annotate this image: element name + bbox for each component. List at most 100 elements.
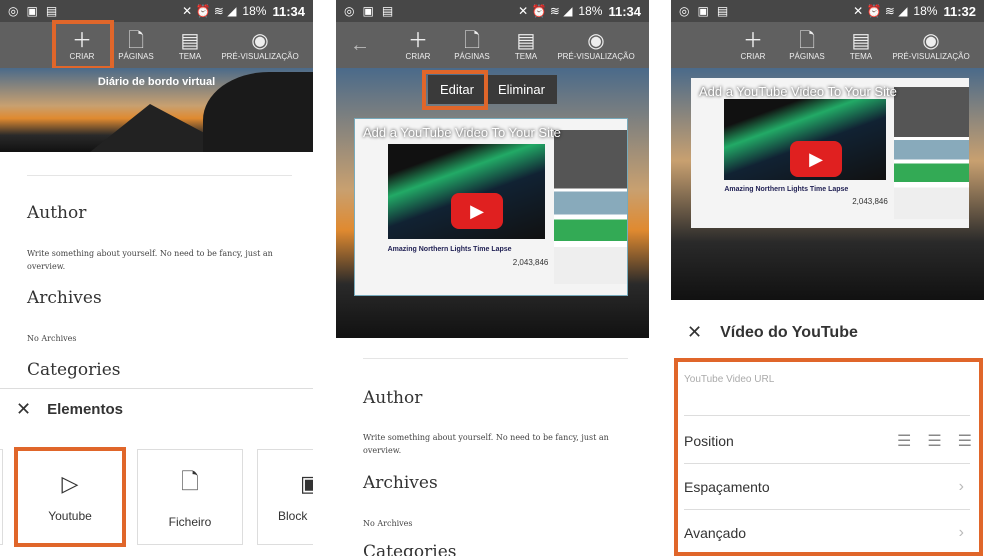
battery-level: 18%: [913, 4, 938, 18]
theme-button[interactable]: ▤ TEMA: [499, 22, 553, 68]
divider: [27, 175, 292, 176]
block-tile[interactable]: ▣ Block: [257, 449, 313, 545]
video-title: Add a YouTube Video To Your Site: [363, 125, 561, 140]
archives-text: No Archives: [363, 519, 413, 528]
position-label: Position: [684, 432, 734, 449]
divider: [363, 358, 628, 359]
align-right-icon[interactable]: ☰: [958, 431, 972, 451]
video-views: 2,043,846: [512, 258, 549, 268]
create-button[interactable]: ＋ CRIAR: [726, 22, 780, 68]
video-caption: Amazing Northern Lights Time Lapse: [724, 186, 849, 193]
label: TEMA: [178, 51, 202, 61]
play-icon[interactable]: ▶: [451, 192, 503, 229]
back-arrow-icon[interactable]: ←: [350, 34, 370, 57]
battery-level: 18%: [578, 4, 603, 18]
theme-button[interactable]: ▤ TEMA: [163, 22, 217, 68]
label: TEMA: [849, 51, 873, 61]
eye-icon: ◉: [251, 29, 269, 52]
spacing-row[interactable]: Espaçamento ›: [684, 464, 970, 510]
status-bar: ◎ ▣ ▤ ✕ ⏰ ≋ ◢ 18% 11:32: [671, 0, 984, 22]
pages-button[interactable]: 🗋 PÁGINAS: [445, 22, 499, 68]
preview-button[interactable]: ◉ PRÉ-VISUALIZAÇÃO: [217, 22, 303, 68]
close-icon[interactable]: ✕: [687, 322, 702, 343]
phone-screen-1: ◎ ▣ ▤ ✕ ⏰ ≋ ◢ 18% 11:34 ＋ CRIAR 🗋 PÁGINAS ▤ TEMA…: [0, 0, 313, 556]
status-bar: ◎ ▣ ▤ ✕ ⏰ ≋ ◢ 18% 11:34: [0, 0, 313, 22]
label: CRIAR: [740, 51, 766, 61]
align-left-icon[interactable]: ☰: [897, 431, 911, 451]
theme-button[interactable]: ▤ TEMA: [834, 22, 888, 68]
toolbar: ＋ CRIAR 🗋 PÁGINAS ▤ TEMA ◉ PRÉ-VISUALIZAÇÃO: [0, 22, 313, 68]
author-heading: Author: [363, 388, 423, 408]
label: PÁGINAS: [454, 51, 490, 61]
chevron-right-icon: ›: [958, 524, 964, 541]
clock: 11:34: [608, 3, 641, 19]
create-button[interactable]: ＋ CRIAR: [391, 22, 445, 68]
label: PRÉ-VISUALIZAÇÃO: [557, 51, 635, 61]
page-icon: 🗋: [798, 29, 816, 52]
advanced-row[interactable]: Avançado ›: [684, 510, 970, 556]
block-icon: ▣: [300, 471, 313, 496]
tile-partial[interactable]: [0, 449, 3, 545]
close-icon[interactable]: ✕: [16, 399, 31, 420]
spacing-label: Espaçamento: [684, 478, 770, 495]
panel-title: Vídeo do YouTube: [720, 323, 858, 341]
plus-icon: ＋: [408, 29, 428, 52]
file-icon: 🗋: [181, 469, 199, 494]
blog-title: Diário de bordo virtual: [97, 76, 216, 88]
url-placeholder: YouTube Video URL: [684, 374, 775, 385]
label: PÁGINAS: [118, 51, 154, 61]
preview-button[interactable]: ◉ PRÉ-VISUALIZAÇÃO: [553, 22, 639, 68]
author-text: Write something about yourself. No need …: [27, 249, 273, 271]
highlight-box: [14, 447, 126, 547]
layout-icon: ▤: [851, 29, 871, 52]
label: Block: [278, 509, 308, 523]
layout-icon: ▤: [180, 29, 200, 52]
video-caption: Amazing Northern Lights Time Lapse: [387, 245, 512, 253]
archives-text: No Archives: [27, 334, 77, 343]
youtube-video-embed[interactable]: Add a YouTube Video To Your Site ▶ Amazi…: [354, 118, 628, 296]
page-icon: 🗋: [463, 29, 481, 52]
pages-button[interactable]: 🗋 PÁGINAS: [780, 22, 834, 68]
elements-sheet: ✕ Elementos ▷ Youtube 🗋 Ficheiro ▣ Block: [0, 388, 313, 556]
highlight-box: [422, 70, 488, 110]
label: PÁGINAS: [789, 51, 825, 61]
panel-header: ✕ Vídeo do YouTube: [687, 322, 858, 343]
video-views: 2,043,846: [852, 196, 888, 206]
toolbar: ＋ CRIAR 🗋 PÁGINAS ▤ TEMA ◉ PRÉ-VISUALIZAÇÃO: [671, 22, 984, 68]
position-row: Position ☰ ☰ ☰: [684, 418, 972, 464]
play-icon[interactable]: ▶: [790, 141, 842, 177]
eye-icon: ◉: [587, 29, 605, 52]
youtube-url-input[interactable]: YouTube Video URL: [684, 368, 970, 416]
battery-level: 18%: [242, 4, 267, 18]
clock: 11:34: [272, 3, 305, 19]
preview-button[interactable]: ◉ PRÉ-VISUALIZAÇÃO: [888, 22, 974, 68]
archives-heading: Archives: [27, 288, 102, 308]
categories-heading: Categories: [363, 542, 457, 556]
header-image: Add a YouTube Video To Your Site ▶ Amazi…: [671, 68, 984, 300]
file-tile[interactable]: 🗋 Ficheiro: [137, 449, 243, 545]
pages-button[interactable]: 🗋 PÁGINAS: [109, 22, 163, 68]
archives-heading: Archives: [363, 473, 438, 493]
layout-icon: ▤: [516, 29, 536, 52]
chevron-right-icon: ›: [958, 477, 964, 495]
label: CRIAR: [405, 51, 431, 61]
clock: 11:32: [943, 3, 976, 19]
youtube-video-embed[interactable]: Add a YouTube Video To Your Site ▶ Amazi…: [691, 78, 969, 228]
advanced-label: Avançado: [684, 525, 747, 541]
label: Ficheiro: [168, 515, 212, 529]
page-icon: 🗋: [127, 29, 145, 52]
phone-screen-2: ◎ ▣ ▤ ✕ ⏰ ≋ ◢ 18% 11:34 ← ＋ CRIAR 🗋 PÁGINAS ▤ TE…: [336, 0, 649, 556]
header-image: Diário de bordo virtual: [0, 68, 313, 152]
sheet-title: Elementos: [47, 401, 123, 418]
label: PRÉ-VISUALIZAÇÃO: [892, 51, 970, 61]
eye-icon: ◉: [922, 29, 940, 52]
highlight-box: [52, 20, 114, 70]
author-heading: Author: [27, 203, 87, 223]
video-title: Add a YouTube Video To Your Site: [699, 84, 897, 99]
label: PRÉ-VISUALIZAÇÃO: [221, 51, 299, 61]
label: TEMA: [514, 51, 538, 61]
delete-button[interactable]: Eliminar: [486, 75, 557, 104]
status-bar: ◎ ▣ ▤ ✕ ⏰ ≋ ◢ 18% 11:34: [336, 0, 649, 22]
align-center-icon[interactable]: ☰: [927, 431, 941, 451]
author-text: Write something about yourself. No need …: [363, 433, 609, 455]
